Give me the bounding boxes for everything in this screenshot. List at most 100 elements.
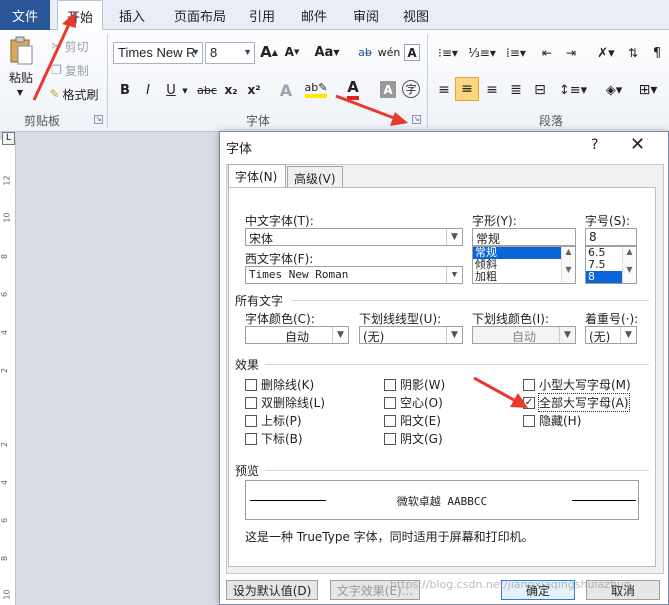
checkbox-box[interactable] (384, 378, 396, 391)
chinese-font-select[interactable]: 宋体 ▼ (245, 228, 463, 246)
outline-checkbox[interactable]: 空心(O) (384, 394, 443, 411)
underline-style-select[interactable]: (无) ▼ (359, 326, 463, 344)
underline-color-label: 下划线颜色(I): (472, 312, 549, 326)
strikethrough-checkbox[interactable]: 删除线(K) (245, 376, 314, 393)
distributed-icon[interactable]: ⊟ (530, 80, 550, 100)
font-name-combo[interactable]: Times New R ▼ (113, 42, 203, 64)
list-item[interactable]: 加粗 (473, 271, 575, 283)
shadow-checkbox[interactable]: 阴影(W) (384, 376, 445, 393)
text-effects-button[interactable]: A (276, 80, 296, 100)
font-launcher-icon[interactable]: ↘ (412, 115, 421, 124)
checkbox-label: 双删除线(L) (261, 396, 326, 410)
line-spacing-icon[interactable]: ↕≡▾ (559, 80, 587, 100)
tab-font[interactable]: 字体(N) (228, 164, 286, 189)
chinese-layout-icon[interactable]: ✗▾ (594, 44, 618, 62)
checkbox-label: 隐藏(H) (539, 414, 582, 428)
align-right-icon[interactable]: ≡ (482, 80, 502, 100)
font-color-label: 字体颜色(C): (245, 312, 315, 326)
paragraph-group-label: 段落 (539, 114, 564, 128)
western-font-select[interactable]: Times New Roman ▼ (245, 266, 463, 284)
preview-text: 微软卓越 AABBCC (396, 495, 488, 508)
checkbox-box[interactable] (384, 432, 396, 445)
character-border-icon[interactable]: A (404, 44, 420, 61)
separator (291, 300, 649, 301)
change-case-button[interactable]: Aa ▼ (313, 42, 341, 62)
scrollbar[interactable]: ▲ ▼ (622, 247, 636, 283)
font-color-select[interactable]: 自动 ▼ (245, 326, 349, 344)
size-list[interactable]: 6.5 7.5 8 ▲ ▼ (585, 246, 637, 284)
checkbox-box[interactable] (245, 414, 257, 427)
emboss-checkbox[interactable]: 阳文(E) (384, 412, 441, 429)
sort-icon[interactable]: ⇅ (624, 44, 642, 62)
align-center-icon[interactable]: ≡ (455, 77, 479, 101)
tab-advanced[interactable]: 高级(V) (287, 166, 343, 188)
subscript-button[interactable]: x₂ (222, 81, 240, 99)
shading-icon[interactable]: ◈▾ (600, 80, 628, 100)
font-size-combo[interactable]: 8 ▼ (205, 42, 255, 64)
separator (265, 364, 649, 365)
all-caps-checkbox[interactable]: ✓ 全部大写字母(A) (523, 393, 630, 412)
bold-button[interactable]: B (117, 81, 133, 99)
style-label: 字形(Y): (472, 214, 517, 228)
checkbox-label: 小型大写字母(M) (539, 378, 631, 392)
small-caps-checkbox[interactable]: 小型大写字母(M) (523, 376, 631, 393)
shrink-font-button[interactable]: A ▼ (283, 42, 301, 62)
checkbox-box[interactable] (245, 378, 257, 391)
checkbox-box[interactable] (384, 414, 396, 427)
ruler-number: 2 (0, 367, 10, 374)
chevron-down-icon: ▼ (446, 267, 462, 283)
tab-review[interactable]: 审阅 (346, 0, 386, 30)
borders-icon[interactable]: ⊞▾ (634, 80, 662, 100)
phonetic-guide-icon[interactable]: wén (378, 42, 401, 62)
multilevel-list-icon[interactable]: ⁞≡▾ (502, 44, 530, 62)
checkbox-box[interactable] (523, 414, 535, 427)
bullets-icon[interactable]: ⁝≡▾ (434, 44, 462, 62)
strikethrough-button[interactable]: abc (196, 81, 218, 99)
tab-insert[interactable]: 插入 (112, 0, 152, 30)
show-marks-icon[interactable]: ¶ (648, 44, 666, 62)
grow-font-button[interactable]: A ▲ (260, 42, 278, 62)
ruler-number: 4 (0, 479, 10, 486)
italic-button[interactable]: I (140, 81, 156, 99)
superscript-checkbox[interactable]: 上标(P) (245, 412, 302, 429)
size-input[interactable]: 8 (585, 228, 637, 246)
hidden-checkbox[interactable]: 隐藏(H) (523, 412, 581, 429)
checkbox-box[interactable] (245, 396, 257, 409)
emphasis-mark-select[interactable]: (无) ▼ (585, 326, 637, 344)
highlight-button[interactable]: ab✎ (304, 78, 328, 100)
ruler-number: 10 (2, 212, 12, 223)
checkbox-label: 阳文(E) (400, 414, 441, 428)
underline-button[interactable]: U (163, 81, 179, 99)
checkbox-box[interactable] (384, 396, 396, 409)
tab-page-layout[interactable]: 页面布局 (165, 0, 235, 30)
align-left-icon[interactable]: ≡ (434, 80, 454, 100)
engrave-checkbox[interactable]: 阴文(G) (384, 430, 443, 447)
style-list[interactable]: 常规 倾斜 加粗 ▲ ▼ (472, 246, 576, 284)
tab-references[interactable]: 引用 (242, 0, 282, 30)
increase-indent-icon[interactable]: ⇥ (562, 44, 580, 62)
subscript-checkbox[interactable]: 下标(B) (245, 430, 303, 447)
scrollbar[interactable]: ▲ ▼ (561, 247, 575, 283)
style-input[interactable]: 常规 (472, 228, 576, 246)
superscript-button[interactable]: x² (245, 81, 263, 99)
underline-dropdown-icon[interactable]: ▼ (180, 86, 190, 96)
numbering-icon[interactable]: ⅓≡▾ (468, 44, 496, 62)
underline-color-select: 自动 ▼ (472, 326, 576, 344)
justify-icon[interactable]: ≣ (506, 80, 526, 100)
font-name-value: Times New R (118, 45, 196, 60)
paste-dropdown-icon[interactable]: ▼ (14, 86, 26, 98)
tab-view[interactable]: 视图 (396, 0, 436, 30)
set-default-button[interactable]: 设为默认值(D) (226, 580, 318, 600)
help-button[interactable]: ? (591, 137, 598, 153)
separator (107, 34, 108, 128)
tab-mailings[interactable]: 邮件 (294, 0, 334, 30)
close-button[interactable]: ✕ (630, 134, 645, 155)
annotation-arrow-icon (32, 12, 76, 101)
checkbox-box[interactable] (245, 432, 257, 445)
tab-selector-icon[interactable]: L (2, 132, 15, 145)
double-strikethrough-checkbox[interactable]: 双删除线(L) (245, 394, 325, 411)
clear-formatting-icon[interactable]: ab̶ (355, 42, 375, 62)
decrease-indent-icon[interactable]: ⇤ (538, 44, 556, 62)
clipboard-launcher-icon[interactable]: ↘ (94, 115, 103, 124)
underline-color-value: 自动 (511, 330, 536, 344)
